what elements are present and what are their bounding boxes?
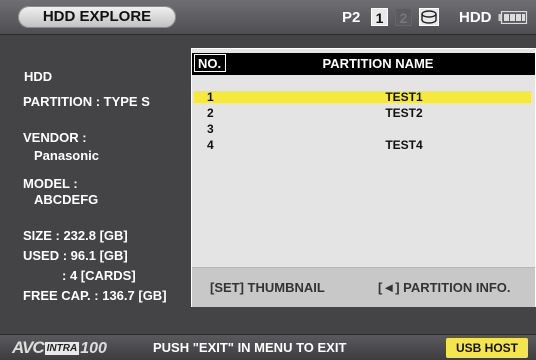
partition-row[interactable]: 4 TEST4 [194, 139, 531, 151]
p2-label: P2 [342, 9, 361, 26]
partition-number: 4 [207, 138, 214, 152]
info-heading: HDD [24, 69, 53, 84]
vendor-value: Panasonic [34, 148, 100, 163]
used-cards-info: : 4 [CARDS] [62, 268, 136, 283]
partition-table-header: NO. PARTITION NAME [192, 53, 535, 75]
partition-row[interactable]: 2 TEST2 [194, 107, 531, 119]
thumbnail-hint: [SET] THUMBNAIL [210, 280, 325, 295]
partition-name: TEST4 [385, 138, 423, 152]
model-label: MODEL : [23, 176, 78, 191]
partition-number: 1 [207, 90, 214, 104]
screen-title: HDD EXPLORE [18, 6, 176, 28]
card-slot-2: 2 [395, 8, 412, 26]
column-partition-name: PARTITION NAME [322, 56, 434, 71]
partition-type: PARTITION : TYPE S [23, 94, 150, 109]
avc-intra-logo: AVC INTRA 100 [12, 338, 107, 357]
hdd-drive-icon [419, 8, 439, 26]
dialog-hint-bar: [SET] THUMBNAIL [◄] PARTITION INFO. [192, 267, 535, 307]
exit-instruction: PUSH "EXIT" IN MENU TO EXIT [153, 340, 347, 355]
partition-dialog: NO. PARTITION NAME 1 TEST1 2 TEST2 3 4 T… [191, 48, 536, 307]
battery-icon [498, 11, 528, 24]
partition-row[interactable]: 3 [194, 123, 531, 135]
usb-host-button[interactable]: USB HOST [446, 338, 528, 358]
partition-info-hint: [◄] PARTITION INFO. [378, 280, 511, 295]
partition-name: TEST2 [385, 106, 423, 120]
partition-number: 3 [207, 122, 214, 136]
partition-number: 2 [207, 106, 214, 120]
partition-row[interactable]: 1 TEST1 [194, 91, 531, 103]
column-no: NO. [194, 54, 226, 72]
partition-name: TEST1 [385, 90, 423, 104]
free-capacity-info: FREE CAP. : 136.7 [GB] [23, 288, 167, 303]
model-value: ABCDEFG [34, 192, 99, 207]
size-info: SIZE : 232.8 [GB] [23, 228, 128, 243]
used-info: USED : 96.1 [GB] [23, 248, 128, 263]
card-slot-1: 1 [371, 8, 388, 26]
vendor-label: VENDOR : [23, 130, 87, 145]
hdd-label: HDD [459, 9, 492, 26]
